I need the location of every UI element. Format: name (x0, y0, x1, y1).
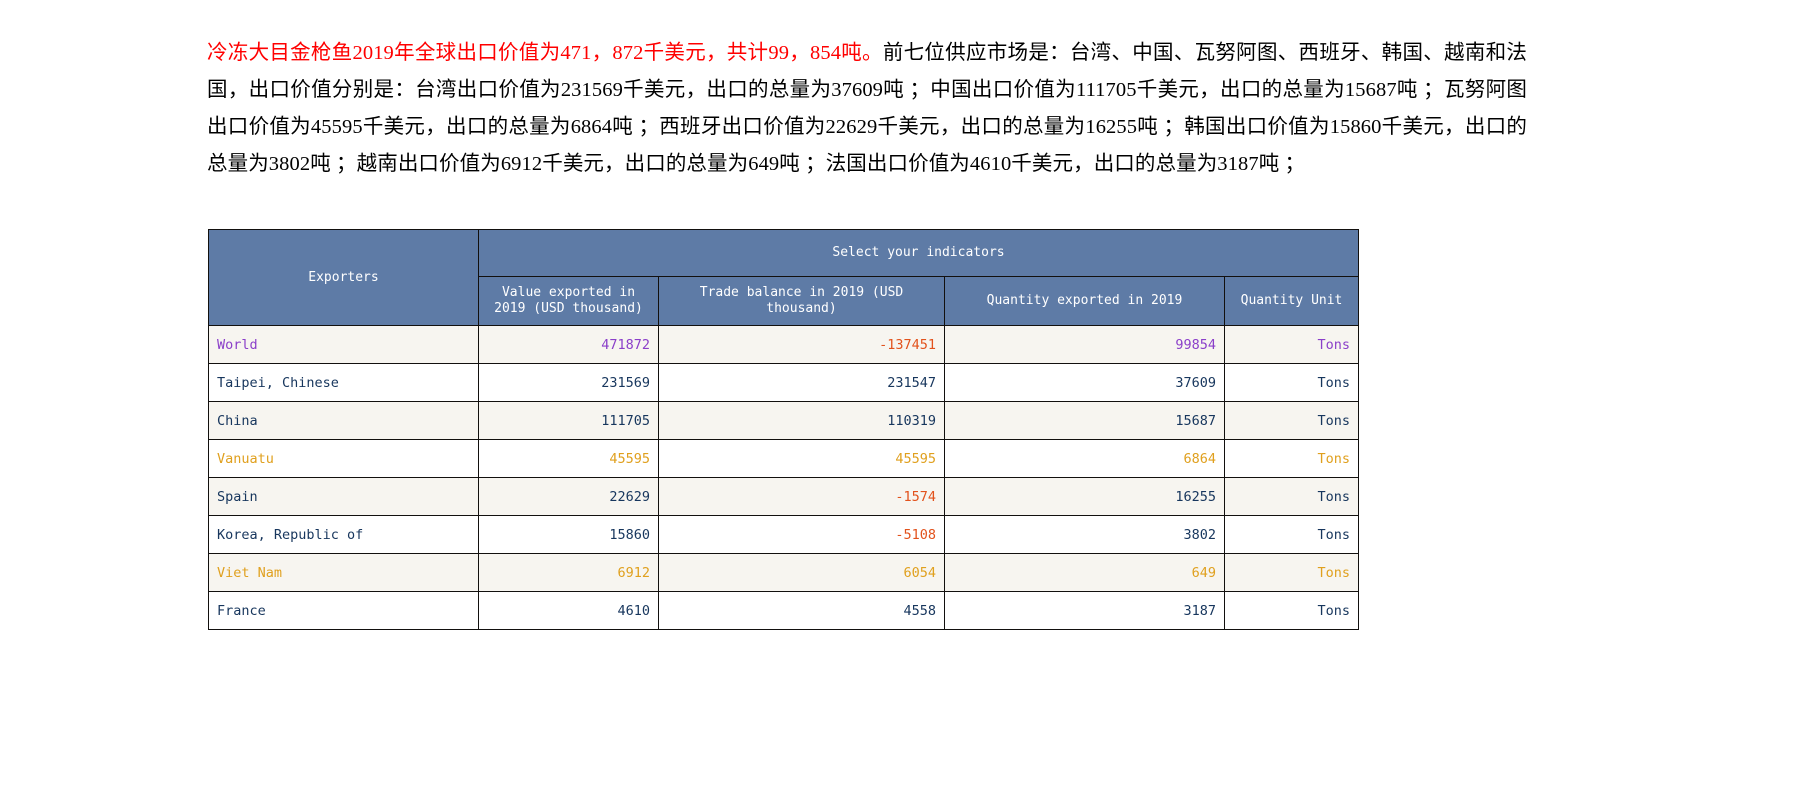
cell-quantity-unit: Tons (1224, 515, 1359, 554)
cell-quantity-exported: 16255 (944, 477, 1225, 516)
cell-quantity-exported: 99854 (944, 325, 1225, 364)
trade-statistics-table: Exporters Select your indicators Value e… (208, 229, 1359, 630)
cell-value-exported: 22629 (478, 477, 659, 516)
table-header: Exporters Select your indicators Value e… (208, 229, 1359, 326)
cell-value-exported: 6912 (478, 553, 659, 592)
cell-quantity-unit: Tons (1224, 325, 1359, 364)
cell-value-exported: 111705 (478, 401, 659, 440)
cell-trade-balance: 231547 (658, 363, 945, 402)
column-header-quantity-exported[interactable]: Quantity exported in 2019 (944, 276, 1225, 326)
table-row[interactable]: Viet Nam 6912 6054 649 Tons (208, 553, 1359, 592)
cell-value-exported: 471872 (478, 325, 659, 364)
cell-quantity-exported: 3802 (944, 515, 1225, 554)
cell-quantity-exported: 15687 (944, 401, 1225, 440)
cell-exporter-name: Viet Nam (208, 553, 479, 592)
cell-value-exported: 4610 (478, 591, 659, 630)
cell-quantity-exported: 3187 (944, 591, 1225, 630)
table-header-row-1: Exporters Select your indicators (208, 229, 1359, 326)
cell-exporter-name: China (208, 401, 479, 440)
cell-value-exported: 231569 (478, 363, 659, 402)
table-body: World 471872 -137451 99854 Tons Taipei, Chine… (208, 325, 1359, 630)
cell-quantity-unit: Tons (1224, 363, 1359, 402)
cell-trade-balance: 4558 (658, 591, 945, 630)
column-header-quantity-unit[interactable]: Quantity Unit (1224, 276, 1359, 326)
cell-quantity-exported: 649 (944, 553, 1225, 592)
cell-trade-balance: -1574 (658, 477, 945, 516)
column-group-header-indicators: Select your indicators (478, 229, 1359, 277)
cell-quantity-exported: 37609 (944, 363, 1225, 402)
cell-exporter-name: France (208, 591, 479, 630)
table-row[interactable]: Taipei, Chinese 231569 231547 37609 Tons (208, 363, 1359, 402)
cell-trade-balance: 45595 (658, 439, 945, 478)
cell-value-exported: 45595 (478, 439, 659, 478)
cell-trade-balance: -5108 (658, 515, 945, 554)
column-header-trade-balance[interactable]: Trade balance in 2019 (USD thousand) (658, 276, 945, 326)
table-row[interactable]: France 4610 4558 3187 Tons (208, 591, 1359, 630)
cell-quantity-unit: Tons (1224, 553, 1359, 592)
trade-table-container: Exporters Select your indicators Value e… (208, 229, 1359, 630)
page-root: 冷冻大目金枪鱼2019年全球出口价值为471，872千美元，共计99，854吨。… (0, 0, 1794, 800)
cell-trade-balance: 6054 (658, 553, 945, 592)
cell-trade-balance: -137451 (658, 325, 945, 364)
cell-trade-balance: 110319 (658, 401, 945, 440)
cell-quantity-unit: Tons (1224, 439, 1359, 478)
cell-quantity-unit: Tons (1224, 401, 1359, 440)
column-header-value-exported[interactable]: Value exported in 2019 (USD thousand) (478, 276, 659, 326)
table-row[interactable]: Vanuatu 45595 45595 6864 Tons (208, 439, 1359, 478)
cell-quantity-exported: 6864 (944, 439, 1225, 478)
cell-quantity-unit: Tons (1224, 477, 1359, 516)
column-header-exporters[interactable]: Exporters (208, 229, 479, 326)
table-row[interactable]: Korea, Republic of 15860 -5108 3802 Tons (208, 515, 1359, 554)
cell-exporter-name: World (208, 325, 479, 364)
cell-exporter-name: Spain (208, 477, 479, 516)
narrative-paragraph: 冷冻大目金枪鱼2019年全球出口价值为471，872千美元，共计99，854吨。… (207, 35, 1527, 183)
cell-value-exported: 15860 (478, 515, 659, 554)
cell-exporter-name: Taipei, Chinese (208, 363, 479, 402)
narrative-highlight: 冷冻大目金枪鱼2019年全球出口价值为471，872千美元，共计99，854吨。 (207, 41, 883, 64)
cell-exporter-name: Korea, Republic of (208, 515, 479, 554)
table-row[interactable]: Spain 22629 -1574 16255 Tons (208, 477, 1359, 516)
cell-exporter-name: Vanuatu (208, 439, 479, 478)
table-row[interactable]: World 471872 -137451 99854 Tons (208, 325, 1359, 364)
cell-quantity-unit: Tons (1224, 591, 1359, 630)
table-row[interactable]: China 111705 110319 15687 Tons (208, 401, 1359, 440)
